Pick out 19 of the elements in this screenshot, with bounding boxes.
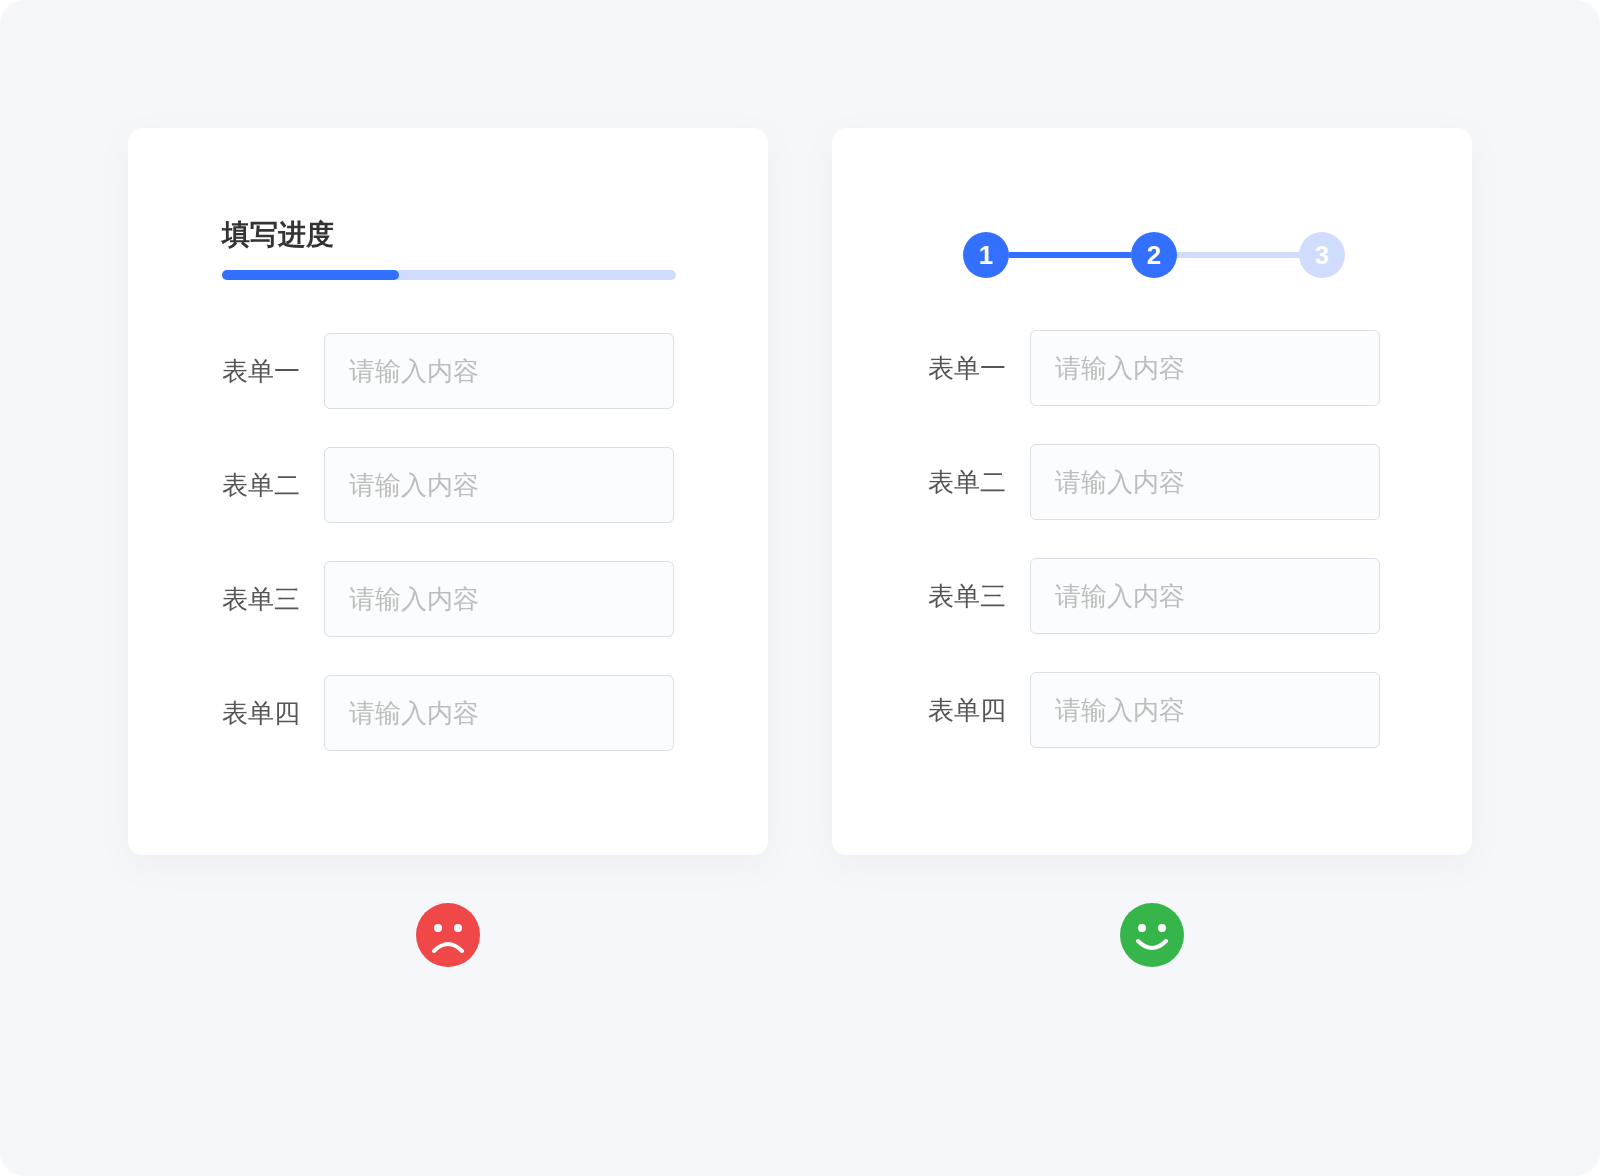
input-field[interactable]: 请输入内容: [1030, 672, 1380, 748]
field-label: 表单四: [928, 693, 1007, 727]
field-label: 表单一: [222, 354, 301, 388]
field-label: 表单四: [222, 696, 301, 730]
card-title: 填写进度: [222, 218, 335, 252]
input-field[interactable]: 请输入内容: [324, 561, 674, 637]
input-field[interactable]: 请输入内容: [1030, 558, 1380, 634]
field-label: 表单二: [222, 468, 301, 502]
field-label: 表单二: [928, 465, 1007, 499]
input-field[interactable]: 请输入内容: [1030, 330, 1380, 406]
input-field[interactable]: 请输入内容: [324, 447, 674, 523]
input-field[interactable]: 请输入内容: [324, 675, 674, 751]
field-label: 表单三: [928, 579, 1007, 613]
input-field[interactable]: 请输入内容: [1030, 444, 1380, 520]
field-label: 表单三: [222, 582, 301, 616]
smiley-face-icon: [1120, 903, 1184, 967]
field-label: 表单一: [928, 351, 1007, 385]
input-field[interactable]: 请输入内容: [324, 333, 674, 409]
sad-face-icon: [416, 903, 480, 967]
